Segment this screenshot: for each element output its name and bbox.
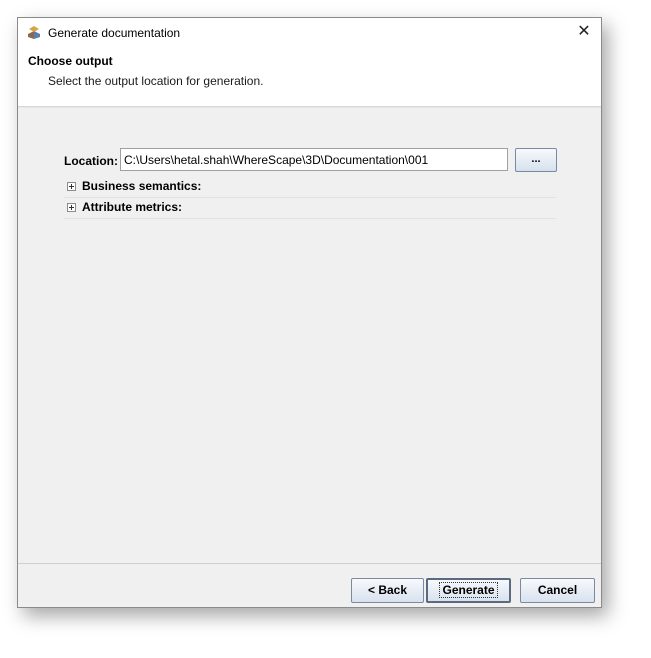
section-attribute-metrics[interactable]: Attribute metrics: [64,198,556,219]
generate-button-label: Generate [439,582,498,598]
footer-divider [18,563,601,564]
browse-button[interactable]: ... [515,148,557,172]
section-business-semantics[interactable]: Business semantics: [64,177,556,198]
expand-icon[interactable] [67,182,76,191]
back-button[interactable]: < Back [351,578,424,603]
title-bar: Generate documentation ✕ [18,18,601,46]
wherescape-app-icon [28,26,40,39]
wizard-header: Choose output Select the output location… [18,46,601,107]
expand-icon[interactable] [67,203,76,212]
page-title: Choose output [28,54,113,68]
section-label: Attribute metrics: [82,200,183,214]
page-subtitle: Select the output location for generatio… [48,74,264,88]
location-label: Location: [64,154,118,168]
close-button[interactable]: ✕ [567,18,601,46]
header-divider [18,107,601,108]
generate-documentation-dialog: Generate documentation ✕ Choose output S… [17,17,602,608]
window-title: Generate documentation [48,26,181,40]
section-label: Business semantics: [82,179,202,193]
generate-button[interactable]: Generate [426,578,511,603]
cancel-button[interactable]: Cancel [520,578,595,603]
location-input[interactable] [120,148,508,171]
